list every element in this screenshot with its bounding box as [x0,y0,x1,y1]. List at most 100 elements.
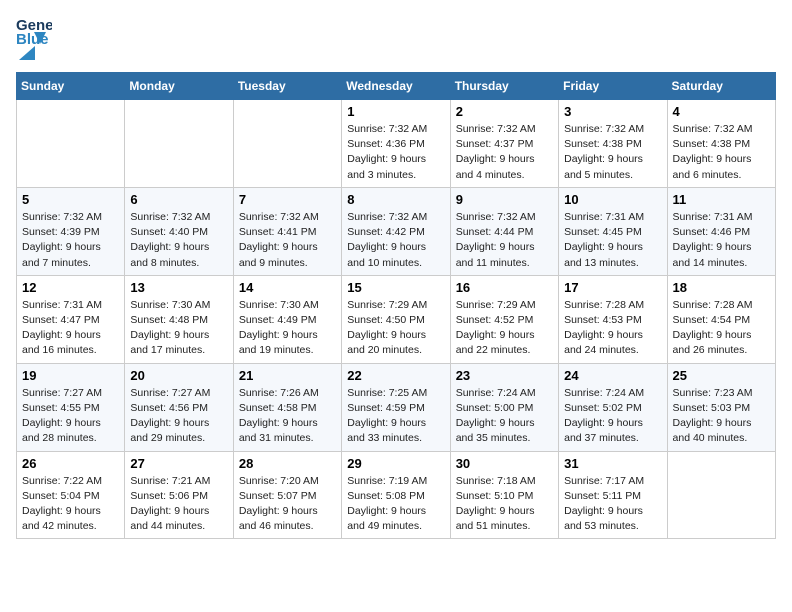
day-number: 18 [673,280,770,295]
day-number: 30 [456,456,553,471]
day-info: Sunrise: 7:31 AMSunset: 4:47 PMDaylight:… [22,298,119,359]
day-number: 20 [130,368,227,383]
day-info: Sunrise: 7:22 AMSunset: 5:04 PMDaylight:… [22,474,119,535]
day-info: Sunrise: 7:24 AMSunset: 5:00 PMDaylight:… [456,386,553,447]
day-number: 14 [239,280,336,295]
calendar-cell: 16 Sunrise: 7:29 AMSunset: 4:52 PMDayligh… [450,275,558,363]
day-number: 7 [239,192,336,207]
day-number: 15 [347,280,444,295]
calendar-cell: 28 Sunrise: 7:20 AMSunset: 5:07 PMDayligh… [233,451,341,539]
day-info: Sunrise: 7:32 AMSunset: 4:37 PMDaylight:… [456,122,553,183]
calendar-cell: 24 Sunrise: 7:24 AMSunset: 5:02 PMDayligh… [559,363,667,451]
day-number: 16 [456,280,553,295]
day-info: Sunrise: 7:32 AMSunset: 4:42 PMDaylight:… [347,210,444,271]
logo: General Blue [16,16,52,60]
day-info: Sunrise: 7:21 AMSunset: 5:06 PMDaylight:… [130,474,227,535]
calendar-week-row: 1Sunrise: 7:32 AMSunset: 4:36 PMDaylight… [17,100,776,188]
day-number: 2 [456,104,553,119]
day-info: Sunrise: 7:29 AMSunset: 4:50 PMDaylight:… [347,298,444,359]
calendar-day-header: Saturday [667,73,775,100]
day-info: Sunrise: 7:30 AMSunset: 4:49 PMDaylight:… [239,298,336,359]
calendar-header-row: SundayMondayTuesdayWednesdayThursdayFrid… [17,73,776,100]
day-info: Sunrise: 7:26 AMSunset: 4:58 PMDaylight:… [239,386,336,447]
calendar-cell [125,100,233,188]
day-info: Sunrise: 7:29 AMSunset: 4:52 PMDaylight:… [456,298,553,359]
day-number: 13 [130,280,227,295]
day-info: Sunrise: 7:31 AMSunset: 4:46 PMDaylight:… [673,210,770,271]
calendar-cell: 31 Sunrise: 7:17 AMSunset: 5:11 PMDayligh… [559,451,667,539]
day-number: 6 [130,192,227,207]
day-info: Sunrise: 7:17 AMSunset: 5:11 PMDaylight:… [564,474,661,535]
day-info: Sunrise: 7:32 AMSunset: 4:44 PMDaylight:… [456,210,553,271]
calendar-cell: 6 Sunrise: 7:32 AMSunset: 4:40 PMDaylight… [125,187,233,275]
day-info: Sunrise: 7:32 AMSunset: 4:40 PMDaylight:… [130,210,227,271]
calendar-cell [667,451,775,539]
day-number: 22 [347,368,444,383]
calendar-day-header: Monday [125,73,233,100]
logo-triangle-icon [19,46,35,60]
day-number: 26 [22,456,119,471]
day-info: Sunrise: 7:32 AMSunset: 4:38 PMDaylight:… [673,122,770,183]
calendar-day-header: Tuesday [233,73,341,100]
page-header: General Blue [16,16,776,60]
day-number: 28 [239,456,336,471]
day-number: 11 [673,192,770,207]
day-info: Sunrise: 7:28 AMSunset: 4:53 PMDaylight:… [564,298,661,359]
calendar-cell: 20Sunrise: 7:27 AMSunset: 4:56 PMDayligh… [125,363,233,451]
day-info: Sunrise: 7:24 AMSunset: 5:02 PMDaylight:… [564,386,661,447]
day-number: 31 [564,456,661,471]
day-info: Sunrise: 7:30 AMSunset: 4:48 PMDaylight:… [130,298,227,359]
calendar-cell: 29 Sunrise: 7:19 AMSunset: 5:08 PMDayligh… [342,451,450,539]
day-number: 17 [564,280,661,295]
calendar-cell: 10 Sunrise: 7:31 AMSunset: 4:45 PMDayligh… [559,187,667,275]
calendar-table: SundayMondayTuesdayWednesdayThursdayFrid… [16,72,776,539]
calendar-week-row: 26 Sunrise: 7:22 AMSunset: 5:04 PMDayligh… [17,451,776,539]
logo-icon: General Blue [16,16,52,44]
calendar-cell: 26 Sunrise: 7:22 AMSunset: 5:04 PMDayligh… [17,451,125,539]
day-info: Sunrise: 7:32 AMSunset: 4:39 PMDaylight:… [22,210,119,271]
calendar-week-row: 12 Sunrise: 7:31 AMSunset: 4:47 PMDayligh… [17,275,776,363]
calendar-cell: 14 Sunrise: 7:30 AMSunset: 4:49 PMDayligh… [233,275,341,363]
day-number: 29 [347,456,444,471]
day-info: Sunrise: 7:32 AMSunset: 4:36 PMDaylight:… [347,122,444,183]
day-number: 9 [456,192,553,207]
calendar-cell: 7 Sunrise: 7:32 AMSunset: 4:41 PMDaylight… [233,187,341,275]
calendar-cell: 3Sunrise: 7:32 AMSunset: 4:38 PMDaylight… [559,100,667,188]
calendar-cell: 25Sunrise: 7:23 AMSunset: 5:03 PMDayligh… [667,363,775,451]
day-info: Sunrise: 7:28 AMSunset: 4:54 PMDaylight:… [673,298,770,359]
calendar-cell: 1Sunrise: 7:32 AMSunset: 4:36 PMDaylight… [342,100,450,188]
svg-text:Blue: Blue [16,31,49,44]
calendar-day-header: Sunday [17,73,125,100]
day-number: 4 [673,104,770,119]
day-info: Sunrise: 7:32 AMSunset: 4:41 PMDaylight:… [239,210,336,271]
calendar-day-header: Friday [559,73,667,100]
calendar-cell: 4 Sunrise: 7:32 AMSunset: 4:38 PMDaylight… [667,100,775,188]
calendar-day-header: Thursday [450,73,558,100]
calendar-cell: 18 Sunrise: 7:28 AMSunset: 4:54 PMDayligh… [667,275,775,363]
day-number: 21 [239,368,336,383]
calendar-cell [233,100,341,188]
calendar-cell [17,100,125,188]
calendar-cell: 11 Sunrise: 7:31 AMSunset: 4:46 PMDayligh… [667,187,775,275]
calendar-week-row: 19Sunrise: 7:27 AMSunset: 4:55 PMDayligh… [17,363,776,451]
calendar-cell: 22Sunrise: 7:25 AMSunset: 4:59 PMDayligh… [342,363,450,451]
day-number: 3 [564,104,661,119]
day-number: 19 [22,368,119,383]
calendar-cell: 17 Sunrise: 7:28 AMSunset: 4:53 PMDayligh… [559,275,667,363]
day-number: 8 [347,192,444,207]
calendar-cell: 2 Sunrise: 7:32 AMSunset: 4:37 PMDaylight… [450,100,558,188]
day-number: 25 [673,368,770,383]
calendar-cell: 19Sunrise: 7:27 AMSunset: 4:55 PMDayligh… [17,363,125,451]
day-number: 12 [22,280,119,295]
calendar-cell: 21 Sunrise: 7:26 AMSunset: 4:58 PMDayligh… [233,363,341,451]
day-number: 10 [564,192,661,207]
day-info: Sunrise: 7:18 AMSunset: 5:10 PMDaylight:… [456,474,553,535]
day-info: Sunrise: 7:20 AMSunset: 5:07 PMDaylight:… [239,474,336,535]
day-info: Sunrise: 7:31 AMSunset: 4:45 PMDaylight:… [564,210,661,271]
day-number: 5 [22,192,119,207]
day-number: 24 [564,368,661,383]
day-info: Sunrise: 7:19 AMSunset: 5:08 PMDaylight:… [347,474,444,535]
day-number: 27 [130,456,227,471]
calendar-cell: 12 Sunrise: 7:31 AMSunset: 4:47 PMDayligh… [17,275,125,363]
day-number: 23 [456,368,553,383]
